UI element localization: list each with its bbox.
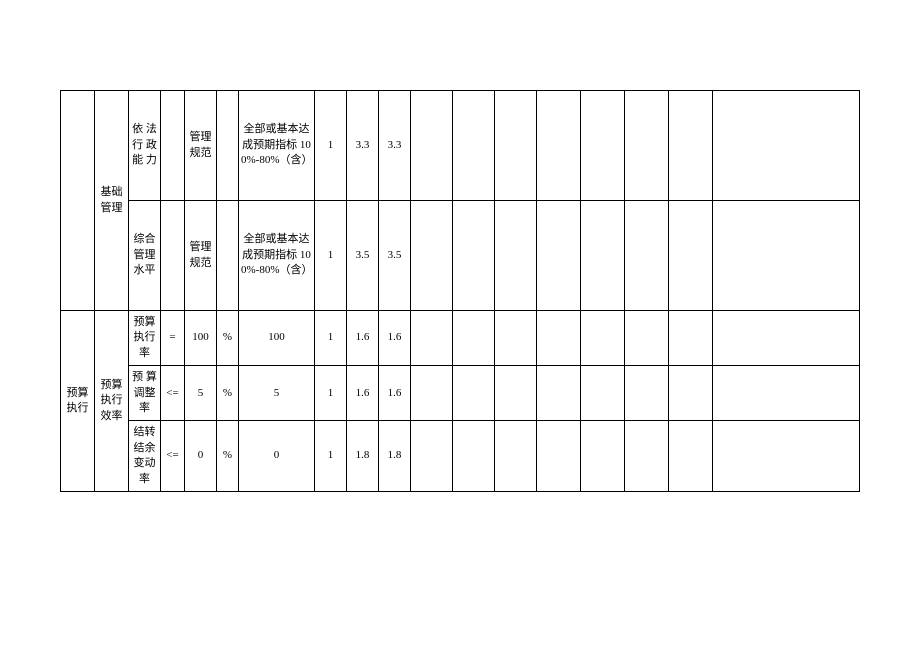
- cell: [411, 311, 453, 366]
- budget-table: 基础管理 依 法行 政能 力 管理规范 全部或基本达成预期指标 100%-80%…: [60, 90, 860, 492]
- cell-l9: 3.3: [379, 91, 411, 201]
- cell-l2: 依 法行 政能 力: [129, 91, 161, 201]
- cell: [537, 91, 581, 201]
- cell: [495, 91, 537, 201]
- cell-l9: 1.6: [379, 311, 411, 366]
- cell-l4: 5: [185, 366, 217, 421]
- cell: [669, 311, 713, 366]
- cell-l9: 1.6: [379, 366, 411, 421]
- cell-l3: =: [161, 311, 185, 366]
- cell: [495, 421, 537, 492]
- cell-l8: 1.8: [347, 421, 379, 492]
- cell: [453, 201, 495, 311]
- cell-l3: [161, 91, 185, 201]
- cell-l2: 综合管理水平: [129, 201, 161, 311]
- cell: [411, 366, 453, 421]
- cell-l4: 0: [185, 421, 217, 492]
- cell-l8: 3.5: [347, 201, 379, 311]
- cell: [537, 421, 581, 492]
- cell: [453, 311, 495, 366]
- cell-l7: 1: [315, 421, 347, 492]
- cell: [669, 91, 713, 201]
- cell-l2: 预算执行率: [129, 311, 161, 366]
- cell: [713, 366, 860, 421]
- cell: [581, 366, 625, 421]
- cell: [581, 421, 625, 492]
- cell: [625, 201, 669, 311]
- cell-l6: 5: [239, 366, 315, 421]
- cell: [713, 421, 860, 492]
- cell-l5: %: [217, 366, 239, 421]
- table-row: 综合管理水平 管理规范 全部或基本达成预期指标 100%-80%（含） 1 3.…: [61, 201, 860, 311]
- cell-l1: 基础管理: [95, 91, 129, 311]
- cell-l4: 管理规范: [185, 201, 217, 311]
- cell-l3: <=: [161, 421, 185, 492]
- cell-l4: 100: [185, 311, 217, 366]
- cell-l0: 预算执行: [61, 311, 95, 492]
- cell: [625, 91, 669, 201]
- cell: [581, 311, 625, 366]
- cell: [625, 366, 669, 421]
- cell-l6: 0: [239, 421, 315, 492]
- cell-l0: [61, 91, 95, 311]
- cell-l7: 1: [315, 91, 347, 201]
- table-row: 结转结余变动率 <= 0 % 0 1 1.8 1.8: [61, 421, 860, 492]
- cell: [411, 91, 453, 201]
- cell-l3: <=: [161, 366, 185, 421]
- cell-l6: 100: [239, 311, 315, 366]
- table-row: 预算执行 预算执行效率 预算执行率 = 100 % 100 1 1.6 1.6: [61, 311, 860, 366]
- cell: [625, 311, 669, 366]
- cell: [453, 366, 495, 421]
- table-row: 基础管理 依 法行 政能 力 管理规范 全部或基本达成预期指标 100%-80%…: [61, 91, 860, 201]
- cell: [713, 311, 860, 366]
- cell-l4: 管理规范: [185, 91, 217, 201]
- cell: [537, 311, 581, 366]
- cell-l8: 3.3: [347, 91, 379, 201]
- cell: [411, 201, 453, 311]
- cell-l9: 3.5: [379, 201, 411, 311]
- cell: [669, 366, 713, 421]
- cell-l6: 全部或基本达成预期指标 100%-80%（含）: [239, 91, 315, 201]
- cell-l8: 1.6: [347, 366, 379, 421]
- cell: [537, 201, 581, 311]
- cell-l1: 预算执行效率: [95, 311, 129, 492]
- cell-l2: 预 算调整率: [129, 366, 161, 421]
- cell: [669, 201, 713, 311]
- cell-l5: [217, 201, 239, 311]
- cell: [495, 366, 537, 421]
- cell: [453, 91, 495, 201]
- cell-l2: 结转结余变动率: [129, 421, 161, 492]
- cell-l7: 1: [315, 311, 347, 366]
- cell-l6: 全部或基本达成预期指标 100%-80%（含）: [239, 201, 315, 311]
- cell-l8: 1.6: [347, 311, 379, 366]
- cell-l5: %: [217, 421, 239, 492]
- cell-l7: 1: [315, 201, 347, 311]
- cell: [537, 366, 581, 421]
- cell: [495, 201, 537, 311]
- cell-l7: 1: [315, 366, 347, 421]
- cell: [453, 421, 495, 492]
- cell: [669, 421, 713, 492]
- cell: [625, 421, 669, 492]
- cell: [713, 201, 860, 311]
- cell: [713, 91, 860, 201]
- cell-l9: 1.8: [379, 421, 411, 492]
- cell: [411, 421, 453, 492]
- table-row: 预 算调整率 <= 5 % 5 1 1.6 1.6: [61, 366, 860, 421]
- cell: [581, 201, 625, 311]
- cell-l5: [217, 91, 239, 201]
- cell: [581, 91, 625, 201]
- cell-l3: [161, 201, 185, 311]
- cell-l5: %: [217, 311, 239, 366]
- cell: [495, 311, 537, 366]
